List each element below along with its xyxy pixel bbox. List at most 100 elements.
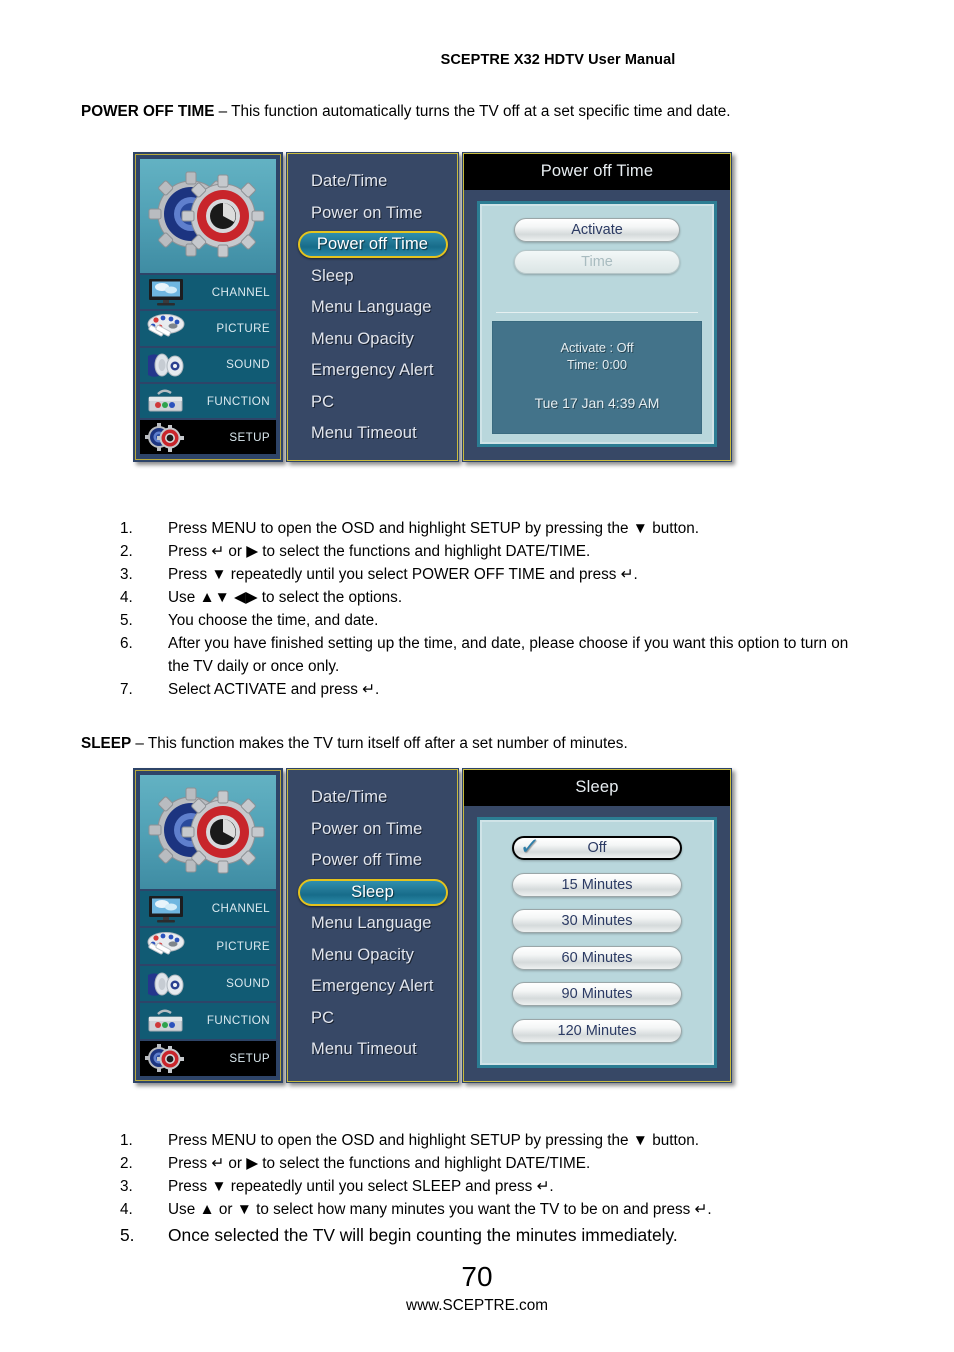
step-item: 3. Press ▼ repeatedly until you select PO… (112, 564, 872, 587)
sleep-option-label: 90 Minutes (561, 986, 633, 1002)
menu-item-label: Emergency Alert (311, 977, 434, 996)
menu-item-menu-timeout[interactable]: Menu Timeout (288, 1034, 457, 1066)
sleep-option-90[interactable]: 90 Minutes (512, 982, 682, 1006)
sidebar-item-setup[interactable]: SETUP (140, 420, 276, 455)
paint-palette-icon (144, 931, 192, 961)
menu-item-pc[interactable]: PC (288, 387, 457, 419)
menu-item-label: Menu Language (311, 298, 432, 317)
section-heading-sleep: SLEEP (81, 735, 132, 752)
sidebar-item-channel[interactable]: CHANNEL (140, 891, 276, 927)
menu-item-label: Power on Time (311, 203, 423, 222)
sidebar-item-channel[interactable]: CHANNEL (140, 275, 276, 310)
step-number: 5. (120, 1225, 135, 1246)
step-item: 6. After you have finished setting up the… (112, 633, 872, 678)
tv-monitor-icon (144, 894, 192, 924)
sidebar-item-label: SOUND (226, 358, 270, 372)
gears-logo-svg (148, 171, 265, 258)
step-item: 3. Press ▼ repeatedly until you select SL… (112, 1176, 872, 1199)
status-time-line: Time: 0:00 (567, 357, 627, 372)
menu-item-menu-timeout[interactable]: Menu Timeout (288, 418, 457, 450)
speakers-icon (144, 969, 192, 999)
selection-pill: Sleep (297, 878, 448, 906)
selection-pill: Power off Time (297, 231, 448, 259)
menu-item-date-time[interactable]: Date/Time (288, 166, 457, 198)
menu-item-menu-opacity[interactable]: Menu Opacity (288, 940, 457, 972)
section-intro-sleep: SLEEP – This function makes the TV turn … (81, 732, 851, 755)
header-title: SCEPTRE X32 HDTV User Manual (440, 52, 676, 68)
footer-url: www.SCEPTRE.com (406, 1297, 548, 1314)
sidebar-item-label: CHANNEL (211, 902, 270, 916)
step-item: 1. Press MENU to open the OSD and highlig… (112, 1130, 872, 1153)
page-number: 70 (461, 1261, 493, 1292)
steps-list-power-off-time: 1. Press MENU to open the OSD and highlig… (112, 518, 872, 702)
sidebar-item-function[interactable]: FUNCTION (140, 1003, 276, 1039)
menu-item-power-off-time-selected[interactable]: Power off Time (288, 229, 457, 261)
menu-item-label: Menu Timeout (311, 1040, 417, 1059)
sidebar-item-sound[interactable]: SOUND (140, 965, 276, 1002)
menu-item-menu-language[interactable]: Menu Language (288, 292, 457, 324)
step-item: 1. Press MENU to open the OSD and highlig… (112, 518, 872, 541)
activate-button[interactable]: Activate (514, 218, 680, 242)
osd-panel-frame: Activate Time Activate : Off Time: 0:00 … (477, 201, 717, 447)
step-text: Press ↵ or ▶ to select the functions and… (168, 543, 591, 561)
step-item: 7. Select ACTIVATE and press ↵. (112, 679, 872, 702)
menu-item-label: PC (311, 1008, 335, 1027)
osd-sidebar: CHANNEL PICTURE SOUND FUNCTION SETUP (133, 768, 283, 1083)
step-number: 1. (120, 1132, 133, 1149)
menu-item-label: Menu Opacity (311, 329, 414, 348)
sleep-option-30[interactable]: 30 Minutes (512, 909, 682, 933)
sleep-option-15[interactable]: 15 Minutes (512, 872, 682, 897)
time-button[interactable]: Time (514, 250, 680, 274)
menu-item-power-on-time[interactable]: Power on Time (288, 814, 457, 846)
menu-item-label: Sleep (351, 882, 394, 901)
menu-item-power-off-time[interactable]: Power off Time (288, 845, 457, 877)
menu-item-label: PC (311, 392, 335, 411)
osd-sidebar: CHANNEL PICTURE SOUND FUNCTION SETUP (133, 152, 283, 462)
menu-item-emergency-alert[interactable]: Emergency Alert (288, 971, 457, 1003)
toolbox-icon (144, 1006, 192, 1036)
menu-item-label: Menu Opacity (311, 945, 414, 964)
sidebar-item-label: FUNCTION (206, 394, 270, 408)
menu-item-menu-opacity[interactable]: Menu Opacity (288, 324, 457, 356)
power-off-status-box: Activate : Off Time: 0:00 Tue 17 Jan 4:3… (492, 321, 702, 434)
step-item: 2. Press ↵ or ▶ to select the functions a… (112, 1153, 872, 1176)
menu-item-power-on-time[interactable]: Power on Time (288, 198, 457, 230)
gears-icon (144, 422, 192, 453)
gears-logo-icon (140, 159, 276, 273)
step-number: 4. (120, 1201, 133, 1219)
sidebar-item-function[interactable]: FUNCTION (140, 383, 276, 419)
step-text: Press ↵ or ▶ to select the functions and… (168, 1155, 591, 1173)
osd-screenshot-power-off-time: CHANNEL PICTURE SOUND FUNCTION SETUP Dat… (133, 152, 732, 462)
step-text: After you have finished setting up the t… (168, 635, 849, 676)
step-item: 5. You choose the time, and date. (112, 610, 872, 633)
sleep-option-120[interactable]: 120 Minutes (512, 1018, 682, 1043)
menu-item-date-time[interactable]: Date/Time (288, 782, 457, 814)
menu-item-menu-language[interactable]: Menu Language (288, 908, 457, 940)
step-item: 2. Press ↵ or ▶ to select the functions a… (112, 541, 872, 564)
step-item: 5. Once selected the TV will begin counti… (112, 1222, 872, 1248)
document-header: SCEPTRE X32 HDTV User Manual (0, 52, 954, 68)
osd-panel-title: Power off Time (464, 154, 730, 190)
sleep-option-off[interactable]: ✓ Off (512, 834, 682, 860)
sleep-option-label: 30 Minutes (561, 913, 633, 929)
sidebar-item-picture[interactable]: PICTURE (140, 928, 276, 964)
gears-icon (144, 1043, 192, 1074)
sidebar-item-picture[interactable]: PICTURE (140, 311, 276, 346)
menu-item-label: Power on Time (311, 819, 423, 838)
sidebar-item-sound[interactable]: SOUND (140, 347, 276, 382)
sleep-option-60[interactable]: 60 Minutes (512, 945, 682, 970)
section-intro-text-sleep: – This function makes the TV turn itself… (131, 735, 628, 752)
section-intro-text-power-off-time: – This function automatically turns the … (214, 103, 731, 120)
menu-item-label: Power off Time (316, 235, 429, 254)
menu-item-pc[interactable]: PC (288, 1003, 457, 1035)
paint-palette-icon (144, 313, 192, 343)
sidebar-item-label: PICTURE (216, 939, 270, 953)
osd-panel-title: Sleep (464, 770, 730, 806)
menu-item-sleep-selected[interactable]: Sleep (288, 877, 457, 909)
sidebar-item-label: PICTURE (216, 321, 270, 335)
menu-item-label: Emergency Alert (311, 361, 434, 380)
menu-item-emergency-alert[interactable]: Emergency Alert (288, 355, 457, 387)
menu-item-sleep[interactable]: Sleep (288, 261, 457, 293)
sidebar-item-setup[interactable]: SETUP (140, 1040, 276, 1077)
step-text: Select ACTIVATE and press ↵. (168, 681, 380, 699)
